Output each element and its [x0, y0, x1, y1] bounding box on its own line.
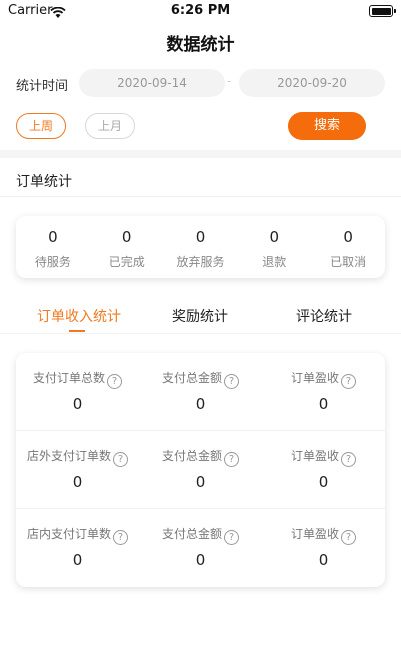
stat-label: 订单盈收 [290, 527, 339, 541]
stat-offsite-paid-order-count: 店外支付订单数? 0 [16, 431, 139, 509]
start-date-field[interactable]: 2020-09-14 [79, 69, 225, 97]
tab-reviews[interactable]: 评论统计 [292, 306, 356, 326]
help-icon[interactable]: ? [107, 374, 122, 389]
stat-label: 支付总金额 [161, 371, 222, 385]
stat-label: 订单盈收 [290, 371, 339, 385]
stat-value: 0 [318, 551, 329, 569]
help-icon[interactable]: ? [341, 374, 356, 389]
section-divider [0, 150, 401, 158]
stats-row: 店内支付订单数? 0 支付总金额? 0 订单盈收? 0 [16, 509, 385, 587]
order-stat-value: 0 [121, 228, 132, 246]
help-icon[interactable]: ? [341, 530, 356, 545]
last-week-button[interactable]: 上周 [16, 113, 66, 139]
stat-value: 0 [195, 473, 206, 491]
stat-total-paid-amount: 支付总金额? 0 [139, 353, 262, 431]
status-bar: Carrier 6:26 PM [0, 0, 401, 22]
stat-label: 订单盈收 [290, 449, 339, 463]
stat-value: 0 [318, 473, 329, 491]
order-stat-cancelled[interactable]: 0 已取消 [311, 216, 385, 278]
end-date-field[interactable]: 2020-09-20 [239, 69, 385, 97]
status-clock: 6:26 PM [170, 3, 231, 18]
order-stats-title: 订单统计 [16, 174, 72, 190]
order-stat-label: 待服务 [34, 255, 71, 269]
time-range-label: 统计时间 [16, 79, 69, 94]
help-icon[interactable]: ? [341, 452, 356, 467]
order-stat-label: 已完成 [108, 255, 145, 269]
order-summary-card: 0 待服务 0 已完成 0 放弃服务 0 退款 0 已取消 [16, 216, 385, 278]
income-stats-card: 支付订单总数? 0 支付总金额? 0 订单盈收? 0 店外支付订单数? 0 支付… [16, 353, 385, 587]
last-month-button[interactable]: 上月 [85, 113, 135, 139]
stat-value: 0 [195, 551, 206, 569]
order-stat-value: 0 [48, 228, 58, 246]
order-stat-value: 0 [343, 228, 353, 246]
help-icon[interactable]: ? [113, 530, 128, 545]
stat-label: 店外支付订单数 [26, 449, 111, 463]
stat-value: 0 [72, 395, 83, 413]
battery-icon [369, 5, 396, 17]
order-stat-value: 0 [269, 228, 280, 246]
order-stat-value: 0 [195, 228, 206, 246]
order-stat-label: 已取消 [330, 255, 367, 269]
order-stat-abandoned[interactable]: 0 放弃服务 [164, 216, 238, 278]
order-stat-completed[interactable]: 0 已完成 [90, 216, 164, 278]
page-title: 数据统计 [166, 35, 235, 55]
stat-paid-order-count: 支付订单总数? 0 [16, 353, 139, 431]
stat-value: 0 [72, 551, 83, 569]
order-stat-refund[interactable]: 0 退款 [237, 216, 311, 278]
search-button[interactable]: 搜索 [288, 112, 366, 140]
help-icon[interactable]: ? [224, 374, 239, 389]
stat-instore-paid-order-count: 店内支付订单数? 0 [16, 509, 139, 587]
stat-order-revenue: 订单盈收? 0 [262, 509, 385, 587]
help-icon[interactable]: ? [113, 452, 128, 467]
order-stat-pending-service[interactable]: 0 待服务 [16, 216, 90, 278]
stats-row: 支付订单总数? 0 支付总金额? 0 订单盈收? 0 [16, 353, 385, 431]
stat-label: 支付总金额 [161, 527, 222, 541]
order-stat-label: 放弃服务 [176, 255, 225, 269]
help-icon[interactable]: ? [224, 452, 239, 467]
stats-row: 店外支付订单数? 0 支付总金额? 0 订单盈收? 0 [16, 431, 385, 509]
stat-order-revenue: 订单盈收? 0 [262, 353, 385, 431]
stat-label: 店内支付订单数 [26, 527, 111, 541]
stat-total-paid-amount: 支付总金额? 0 [139, 431, 262, 509]
stat-value: 0 [195, 395, 206, 413]
stat-value: 0 [318, 395, 329, 413]
tab-order-income[interactable]: 订单收入统计 [36, 306, 122, 326]
tab-rewards[interactable]: 奖励统计 [168, 306, 232, 326]
stat-total-paid-amount: 支付总金额? 0 [139, 509, 262, 587]
stat-value: 0 [72, 473, 83, 491]
date-separator: - [227, 74, 232, 88]
stat-label: 支付总金额 [161, 449, 222, 463]
help-icon[interactable]: ? [224, 530, 239, 545]
stat-order-revenue: 订单盈收? 0 [262, 431, 385, 509]
section-separator [0, 196, 401, 197]
tabs-separator [0, 333, 401, 334]
stat-label: 支付订单总数 [32, 371, 105, 385]
active-tab-indicator [69, 330, 85, 332]
order-stat-label: 退款 [262, 255, 287, 269]
